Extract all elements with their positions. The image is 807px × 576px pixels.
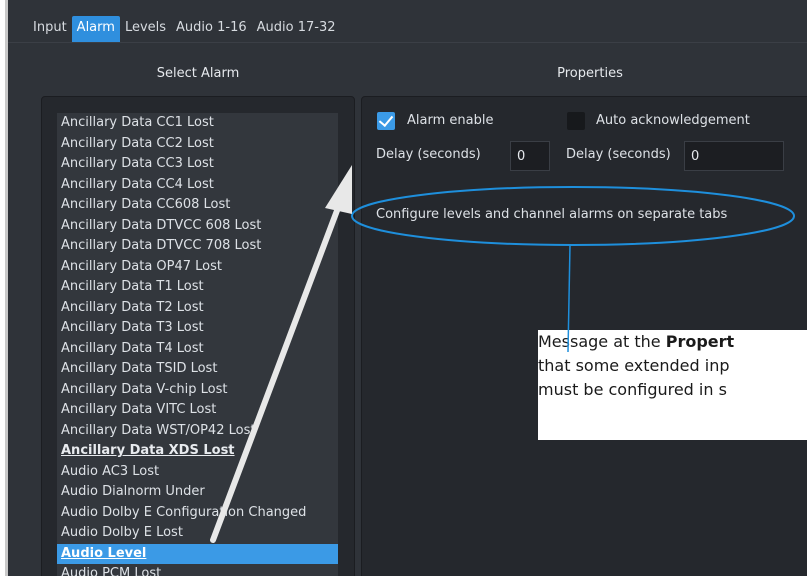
callout-line-3: must be configured in s <box>538 380 727 399</box>
annotation-callout: Message at the Propert that some extende… <box>538 330 807 440</box>
tab-input[interactable]: Input <box>28 16 72 42</box>
callout-line-1: Message at the Propert <box>538 330 807 354</box>
alarm-list-item[interactable]: Audio Level <box>57 543 338 564</box>
alarm-list-item[interactable]: Ancillary Data TSID Lost <box>57 359 338 380</box>
alarm-list-item[interactable]: Ancillary Data T4 Lost <box>57 339 338 360</box>
alarm-list[interactable]: Ancillary Data CC1 Lost Ancillary Data CC… <box>57 113 338 576</box>
tab-divider <box>8 42 807 43</box>
tab-levels[interactable]: Levels <box>120 16 171 42</box>
delay-input-2[interactable]: 0 <box>684 141 784 171</box>
delay-label-2: Delay (seconds) <box>566 147 671 162</box>
checkmark-icon <box>378 111 394 128</box>
left-edge <box>0 0 8 576</box>
alarm-list-item[interactable]: Audio AC3 Lost <box>57 462 338 483</box>
alarm-list-item[interactable]: Ancillary Data V-chip Lost <box>57 380 338 401</box>
tab-audio-1-16[interactable]: Audio 1-16 <box>171 16 252 42</box>
alarm-list-item[interactable]: Ancillary Data T2 Lost <box>57 298 338 319</box>
tab-bar: Input Alarm Levels Audio 1-16 Audio 17-3… <box>28 16 340 42</box>
alarm-list-item[interactable]: Ancillary Data XDS Lost <box>57 441 338 462</box>
alarm-list-item[interactable]: Ancillary Data T3 Lost <box>57 318 338 339</box>
alarm-enable-label: Alarm enable <box>407 113 494 128</box>
callout-line-1-bold: Propert <box>665 332 735 351</box>
tab-alarm[interactable]: Alarm <box>71 16 120 42</box>
select-alarm-panel: Ancillary Data CC1 Lost Ancillary Data CC… <box>41 96 355 576</box>
alarm-list-item[interactable]: Audio Dolby E Lost <box>57 523 338 544</box>
alarm-list-item[interactable]: Ancillary Data OP47 Lost <box>57 257 338 278</box>
callout-line-2: that some extended inp <box>538 356 730 375</box>
alarm-config-window: Input Alarm Levels Audio 1-16 Audio 17-3… <box>8 0 807 576</box>
delay-input-1[interactable]: 0 <box>510 141 550 171</box>
delay-label-1: Delay (seconds) <box>376 147 481 162</box>
alarm-list-item[interactable]: Audio Dialnorm Under <box>57 482 338 503</box>
alarm-list-item[interactable]: Ancillary Data CC4 Lost <box>57 175 338 196</box>
tab-audio-17-32[interactable]: Audio 17-32 <box>252 16 341 42</box>
alarm-list-item[interactable]: Ancillary Data DTVCC 708 Lost <box>57 236 338 257</box>
properties-title: Properties <box>557 66 623 81</box>
auto-acknowledgement-checkbox[interactable] <box>567 112 585 130</box>
select-alarm-title: Select Alarm <box>156 66 240 81</box>
alarm-list-item[interactable]: Ancillary Data CC2 Lost <box>57 134 338 155</box>
alarm-list-item[interactable]: Ancillary Data WST/OP42 Lost <box>57 421 338 442</box>
alarm-list-item[interactable]: Ancillary Data T1 Lost <box>57 277 338 298</box>
alarm-list-item[interactable]: Ancillary Data CC1 Lost <box>57 113 338 134</box>
auto-acknowledgement-label: Auto acknowledgement <box>596 113 750 128</box>
alarm-list-item[interactable]: Ancillary Data VITC Lost <box>57 400 338 421</box>
separate-tabs-message: Configure levels and channel alarms on s… <box>376 207 728 222</box>
alarm-list-item[interactable]: Audio PCM Lost <box>57 564 338 576</box>
alarm-enable-checkbox[interactable] <box>377 111 395 130</box>
alarm-list-item[interactable]: Audio Dolby E Configuration Changed <box>57 503 338 524</box>
alarm-list-item[interactable]: Ancillary Data CC3 Lost <box>57 154 338 175</box>
callout-line-1-text: Message at the <box>538 332 666 351</box>
alarm-list-item[interactable]: Ancillary Data CC608 Lost <box>57 195 338 216</box>
alarm-list-item[interactable]: Ancillary Data DTVCC 608 Lost <box>57 216 338 237</box>
